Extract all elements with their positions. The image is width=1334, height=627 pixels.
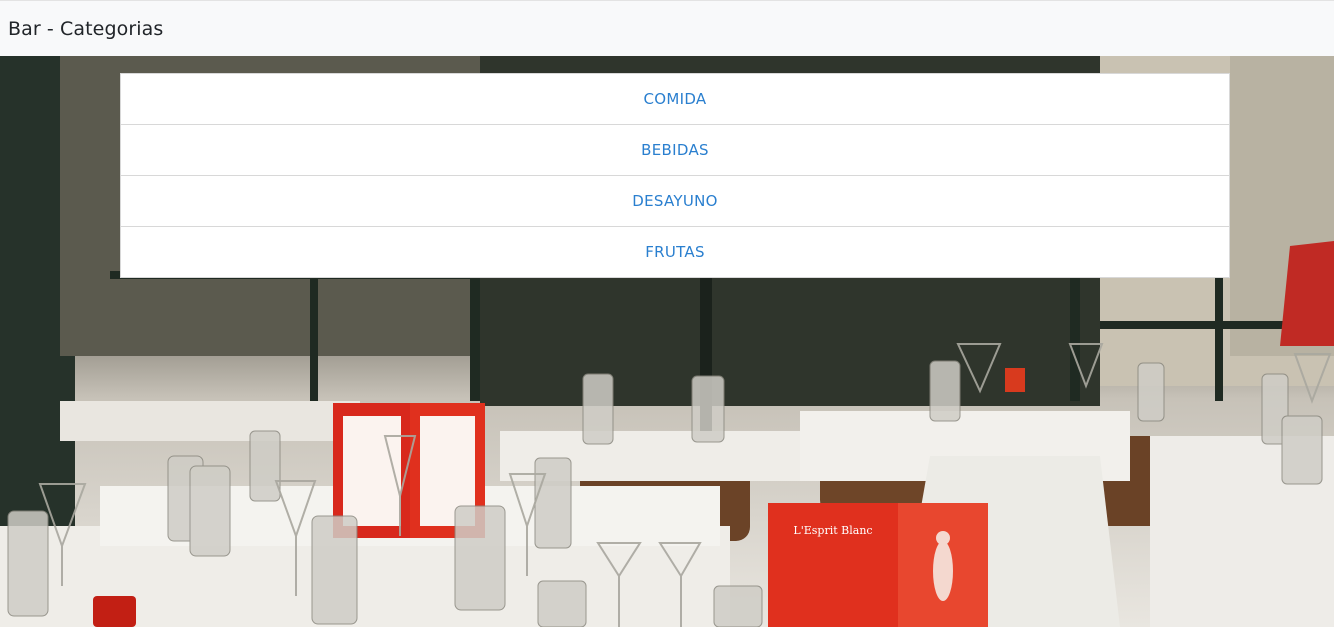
category-list: COMIDA BEBIDAS DESAYUNO FRUTAS [120, 73, 1230, 278]
navbar-brand[interactable]: Bar - Categorias [8, 18, 163, 40]
navbar: Bar - Categorias [0, 0, 1334, 56]
category-comida-link[interactable]: COMIDA [121, 74, 1229, 125]
category-frutas-link[interactable]: FRUTAS [121, 227, 1229, 277]
category-bebidas-link[interactable]: BEBIDAS [121, 125, 1229, 176]
menu-card-label: L'Esprit Blanc [793, 524, 872, 537]
category-desayuno-link[interactable]: DESAYUNO [121, 176, 1229, 227]
